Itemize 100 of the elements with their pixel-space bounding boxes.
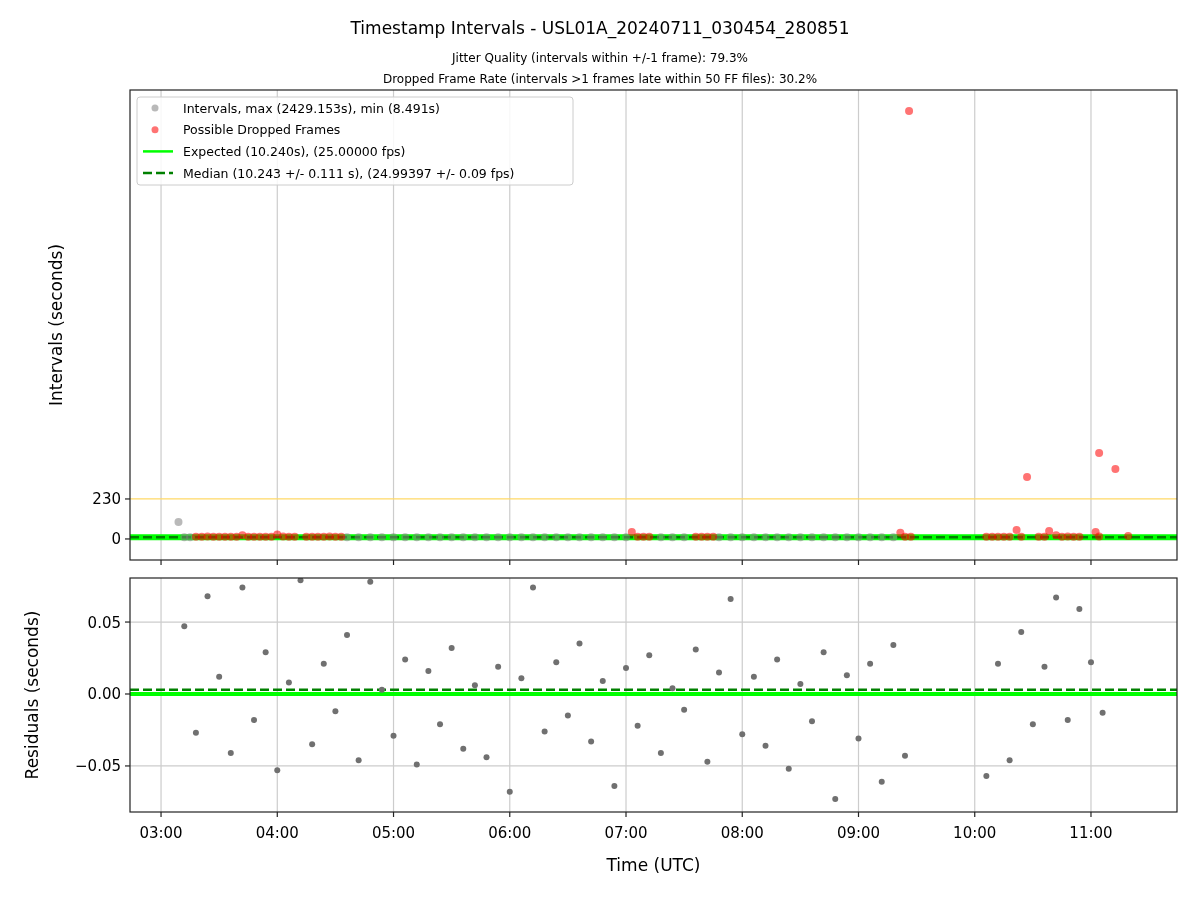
data-point (988, 532, 997, 541)
data-point (896, 528, 905, 537)
data-point (1053, 594, 1060, 601)
legend-marker (143, 171, 173, 175)
data-point (320, 660, 327, 667)
data-point (1006, 757, 1013, 764)
legend-label: Possible Dropped Frames (183, 122, 341, 138)
data-point (255, 532, 264, 541)
data-point (447, 533, 456, 542)
data-point (809, 718, 815, 725)
data-point (784, 533, 793, 542)
data-point (1041, 663, 1048, 670)
legend-marker (151, 126, 159, 134)
data-point (250, 532, 259, 541)
data-point (285, 679, 292, 686)
data-point (332, 708, 339, 715)
data-point (343, 533, 352, 542)
data-point (999, 532, 1008, 541)
data-point (494, 533, 503, 542)
tick-label: 05:00 (371, 824, 416, 842)
tick-label: 06:00 (488, 824, 532, 842)
legend-label: Median (10.243 +/- 0.111 s), (24.99397 +/- 0.09 fps) (183, 165, 515, 181)
tick-label: 0 (111, 530, 121, 549)
data-point (902, 752, 908, 759)
data-point (646, 652, 653, 659)
data-point (1088, 659, 1094, 666)
tick-label: 230 (92, 490, 121, 509)
data-point (471, 682, 478, 689)
data-point (262, 649, 269, 656)
data-point (402, 656, 409, 663)
data-point (529, 533, 537, 542)
data-point (1064, 716, 1071, 723)
tick-label: 0.00 (87, 685, 121, 704)
data-point (506, 788, 513, 795)
data-point (564, 712, 571, 719)
data-point (773, 533, 782, 542)
data-point (831, 533, 840, 542)
data-point (1099, 709, 1106, 716)
data-point (309, 741, 316, 748)
data-point (274, 767, 281, 774)
data-point (656, 533, 665, 542)
data-point (623, 665, 629, 672)
data-point (191, 532, 200, 541)
data-point (599, 678, 606, 685)
chart-subtitle: Dropped Frame Rate (intervals >1 frames late within 50 FF files): 30.2% (382, 71, 818, 87)
data-point (983, 773, 990, 779)
data-point (878, 778, 885, 785)
tick-label: 04:00 (255, 824, 299, 842)
data-point (267, 532, 276, 541)
data-point (367, 578, 374, 585)
data-point (273, 530, 282, 539)
data-point (692, 646, 699, 653)
data-point (697, 532, 706, 541)
data-point (226, 532, 235, 541)
data-point (220, 532, 229, 541)
data-point (448, 644, 455, 651)
data-point (611, 783, 618, 790)
data-point (459, 533, 468, 542)
data-point (313, 532, 322, 541)
data-point (232, 532, 241, 541)
data-point (1075, 532, 1084, 541)
data-point (832, 796, 839, 803)
data-point (279, 532, 288, 541)
legend-marker (143, 150, 173, 153)
chart-title: Timestamp Intervals - USL01A_20240711_030454_280851 (350, 17, 850, 40)
data-point (424, 533, 433, 542)
tick-label: 0.05 (87, 613, 121, 632)
data-point (657, 750, 664, 756)
data-point (709, 532, 718, 541)
y-axis-label: Intervals (seconds) (46, 243, 66, 407)
data-point (843, 672, 850, 679)
data-point (866, 533, 875, 542)
data-point (1040, 532, 1049, 541)
data-point (1095, 532, 1104, 541)
data-point (1018, 629, 1025, 636)
data-point (796, 533, 805, 542)
data-point (1063, 532, 1072, 541)
legend-label: Expected (10.240s), (25.00000 fps) (183, 143, 406, 159)
data-point (1095, 449, 1104, 458)
data-point (540, 533, 549, 542)
data-point (785, 765, 792, 772)
tick-label: 09:00 (836, 824, 881, 842)
data-point (739, 731, 746, 738)
data-point (505, 533, 514, 542)
data-point (377, 533, 386, 542)
data-point (553, 659, 560, 666)
data-point (1023, 473, 1032, 482)
data-point (331, 532, 340, 541)
data-point (639, 532, 648, 541)
data-point (413, 761, 420, 768)
data-point (436, 533, 444, 542)
chart-subtitle: Jitter Quality (intervals within +/-1 frame): 79.3% (452, 50, 748, 66)
data-point (460, 745, 467, 752)
data-point (290, 532, 299, 541)
data-point (425, 667, 432, 674)
data-point (1017, 532, 1026, 541)
data-point (1005, 532, 1014, 541)
data-point (495, 663, 502, 670)
data-point (186, 533, 195, 542)
data-point (762, 742, 769, 749)
